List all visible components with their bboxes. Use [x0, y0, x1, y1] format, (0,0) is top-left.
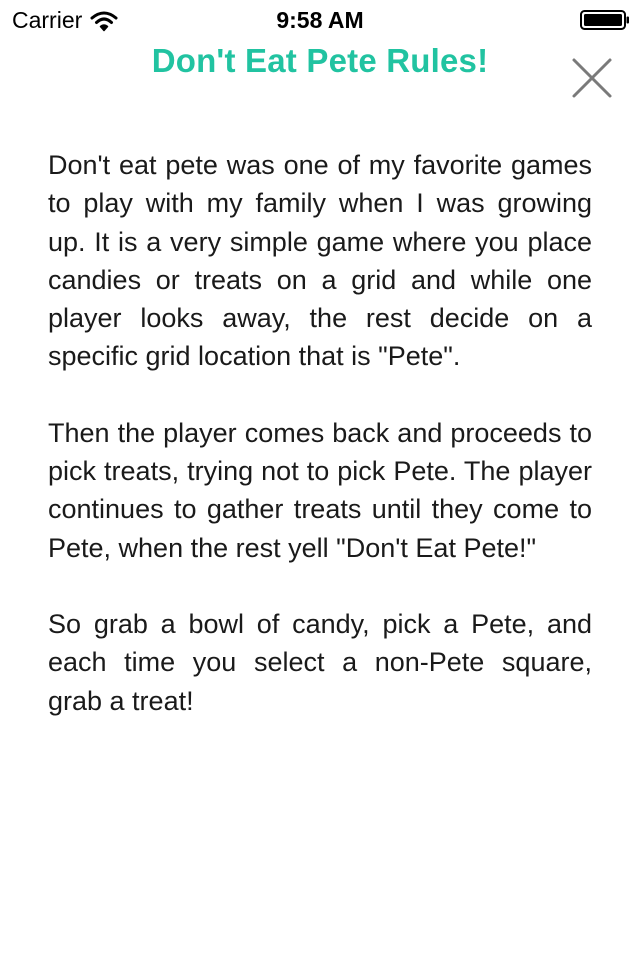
page-title: Don't Eat Pete Rules! [151, 42, 489, 79]
rules-paragraph-gameplay: Then the player comes back and proceeds … [48, 417, 592, 563]
rules-paragraph-intro: Don't eat pete was one of my favorite ga… [48, 150, 592, 372]
close-icon [572, 58, 612, 98]
close-button[interactable] [568, 56, 616, 100]
battery-icon [580, 10, 630, 30]
rules-text: Don't eat pete was one of my favorite ga… [48, 146, 592, 758]
rules-paragraph-closing: So grab a bowl of candy, pick a Pete, an… [48, 608, 592, 716]
status-time: 9:58 AM [276, 7, 364, 33]
status-bar: Carrier 9:58 AM [0, 0, 640, 40]
